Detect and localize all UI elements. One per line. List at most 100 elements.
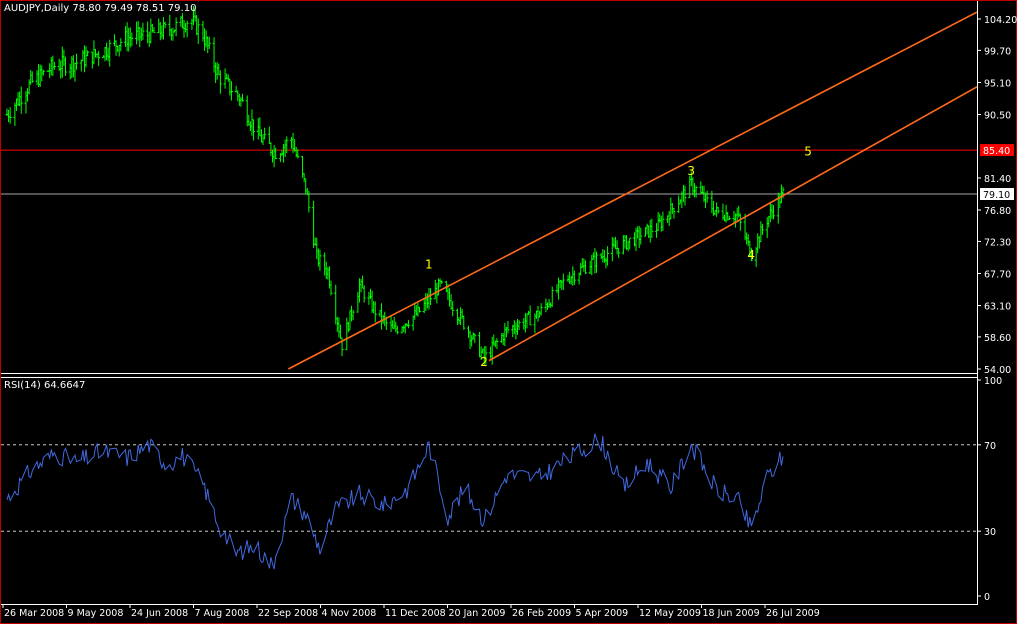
price-bar xyxy=(661,211,665,232)
price-bar xyxy=(190,18,194,31)
price-bar xyxy=(759,221,763,243)
price-bar xyxy=(315,237,319,260)
time-tick-label: 26 Jul 2009 xyxy=(766,608,820,619)
price-bar xyxy=(648,219,652,243)
price-bar xyxy=(515,318,519,335)
price-tick-label: 81.40 xyxy=(984,174,1011,185)
price-bar xyxy=(538,310,542,318)
price-bar xyxy=(26,88,30,102)
price-bar xyxy=(555,284,559,294)
price-bar xyxy=(250,109,254,136)
price-bar xyxy=(579,262,583,276)
price-bar xyxy=(417,306,421,313)
price-bar xyxy=(30,71,34,83)
channel-lower-line[interactable] xyxy=(488,86,977,362)
price-tick-label: 76.80 xyxy=(984,206,1011,217)
time-tick-label: 4 Nov 2008 xyxy=(322,608,377,619)
price-bar xyxy=(466,325,470,338)
price-bar xyxy=(146,21,150,44)
time-tick-label: 20 Jan 2009 xyxy=(449,608,506,619)
price-bar xyxy=(337,317,341,338)
price-bar xyxy=(473,333,477,343)
price-bar xyxy=(395,325,399,335)
price-bar xyxy=(75,53,79,70)
price-bar xyxy=(258,117,262,137)
price-bar xyxy=(141,22,145,41)
price-bar xyxy=(185,20,189,38)
price-bar xyxy=(302,173,306,183)
price-bar xyxy=(19,86,23,114)
price-bar xyxy=(114,40,118,56)
price-bar xyxy=(97,50,101,67)
price-tick-label: 95.10 xyxy=(984,78,1011,89)
price-bar xyxy=(356,292,360,313)
price-bar xyxy=(301,155,305,178)
price-bar xyxy=(523,312,527,333)
time-tick-label: 9 May 2008 xyxy=(68,608,124,619)
price-bar xyxy=(561,273,565,291)
time-tick-label: 5 Apr 2009 xyxy=(576,608,629,619)
price-bar xyxy=(35,70,39,85)
price-bar xyxy=(613,236,617,250)
price-bar xyxy=(136,20,140,41)
price-bar xyxy=(765,217,769,238)
price-bar xyxy=(73,62,77,82)
price-bar xyxy=(68,63,72,80)
price-bar xyxy=(212,37,216,73)
price-tick-label: 104.20 xyxy=(984,15,1017,26)
price-pane: 1 2 3 4 5 xyxy=(1,6,977,370)
price-bar xyxy=(645,223,649,235)
price-bar xyxy=(536,305,540,322)
price-bar xyxy=(588,260,592,274)
price-bar xyxy=(756,233,760,254)
price-bar xyxy=(539,303,543,316)
chart-canvas[interactable]: 1 2 3 4 5 AUDJPY,Daily 78.80 79.49 78.51 79.… xyxy=(0,0,1017,624)
price-bar xyxy=(124,26,128,47)
price-bar xyxy=(282,144,286,163)
price-bar xyxy=(650,218,654,238)
price-bar xyxy=(51,55,55,76)
time-tick-label: 24 Jun 2008 xyxy=(131,608,188,619)
price-bar xyxy=(370,290,374,313)
price-bar xyxy=(460,309,464,320)
price-axis-labels: 104.20 99.70 95.10 90.50 85.40 81.40 79.10 76.8… xyxy=(977,15,1017,376)
price-bar xyxy=(259,129,263,143)
price-bar xyxy=(691,177,695,196)
price-bar xyxy=(261,134,265,146)
price-tick-label: 58.60 xyxy=(984,333,1011,344)
price-bar xyxy=(644,227,648,237)
price-bar xyxy=(656,211,660,231)
price-bar xyxy=(528,305,532,326)
price-bar xyxy=(204,30,208,48)
price-bar xyxy=(217,63,221,76)
price-bar xyxy=(316,248,320,267)
price-bar xyxy=(626,241,630,252)
price-bar xyxy=(285,136,289,154)
price-bar xyxy=(380,303,384,330)
wave-label-5: 5 xyxy=(804,145,812,159)
price-bar xyxy=(672,208,676,219)
price-bar xyxy=(103,47,107,62)
price-bar xyxy=(683,185,687,206)
price-bar xyxy=(152,27,156,34)
price-bar xyxy=(493,340,497,348)
price-marker-label: 85.40 xyxy=(983,146,1010,157)
price-bar xyxy=(82,45,86,73)
price-bar xyxy=(90,51,94,69)
price-bar xyxy=(462,315,466,330)
price-bar xyxy=(41,69,45,76)
price-bar xyxy=(389,315,393,333)
channel-upper-line[interactable] xyxy=(287,11,977,370)
price-bar xyxy=(694,185,698,198)
price-bar xyxy=(149,18,153,44)
price-bar xyxy=(326,267,330,280)
time-tick-label: 26 Mar 2008 xyxy=(4,608,64,619)
price-bar xyxy=(546,302,550,310)
price-bar xyxy=(599,252,603,260)
price-bar xyxy=(346,321,350,333)
price-bar xyxy=(52,61,56,70)
price-bar xyxy=(203,28,207,51)
rsi-line[interactable] xyxy=(6,433,784,570)
price-bar xyxy=(112,34,116,47)
price-bar xyxy=(517,320,521,331)
